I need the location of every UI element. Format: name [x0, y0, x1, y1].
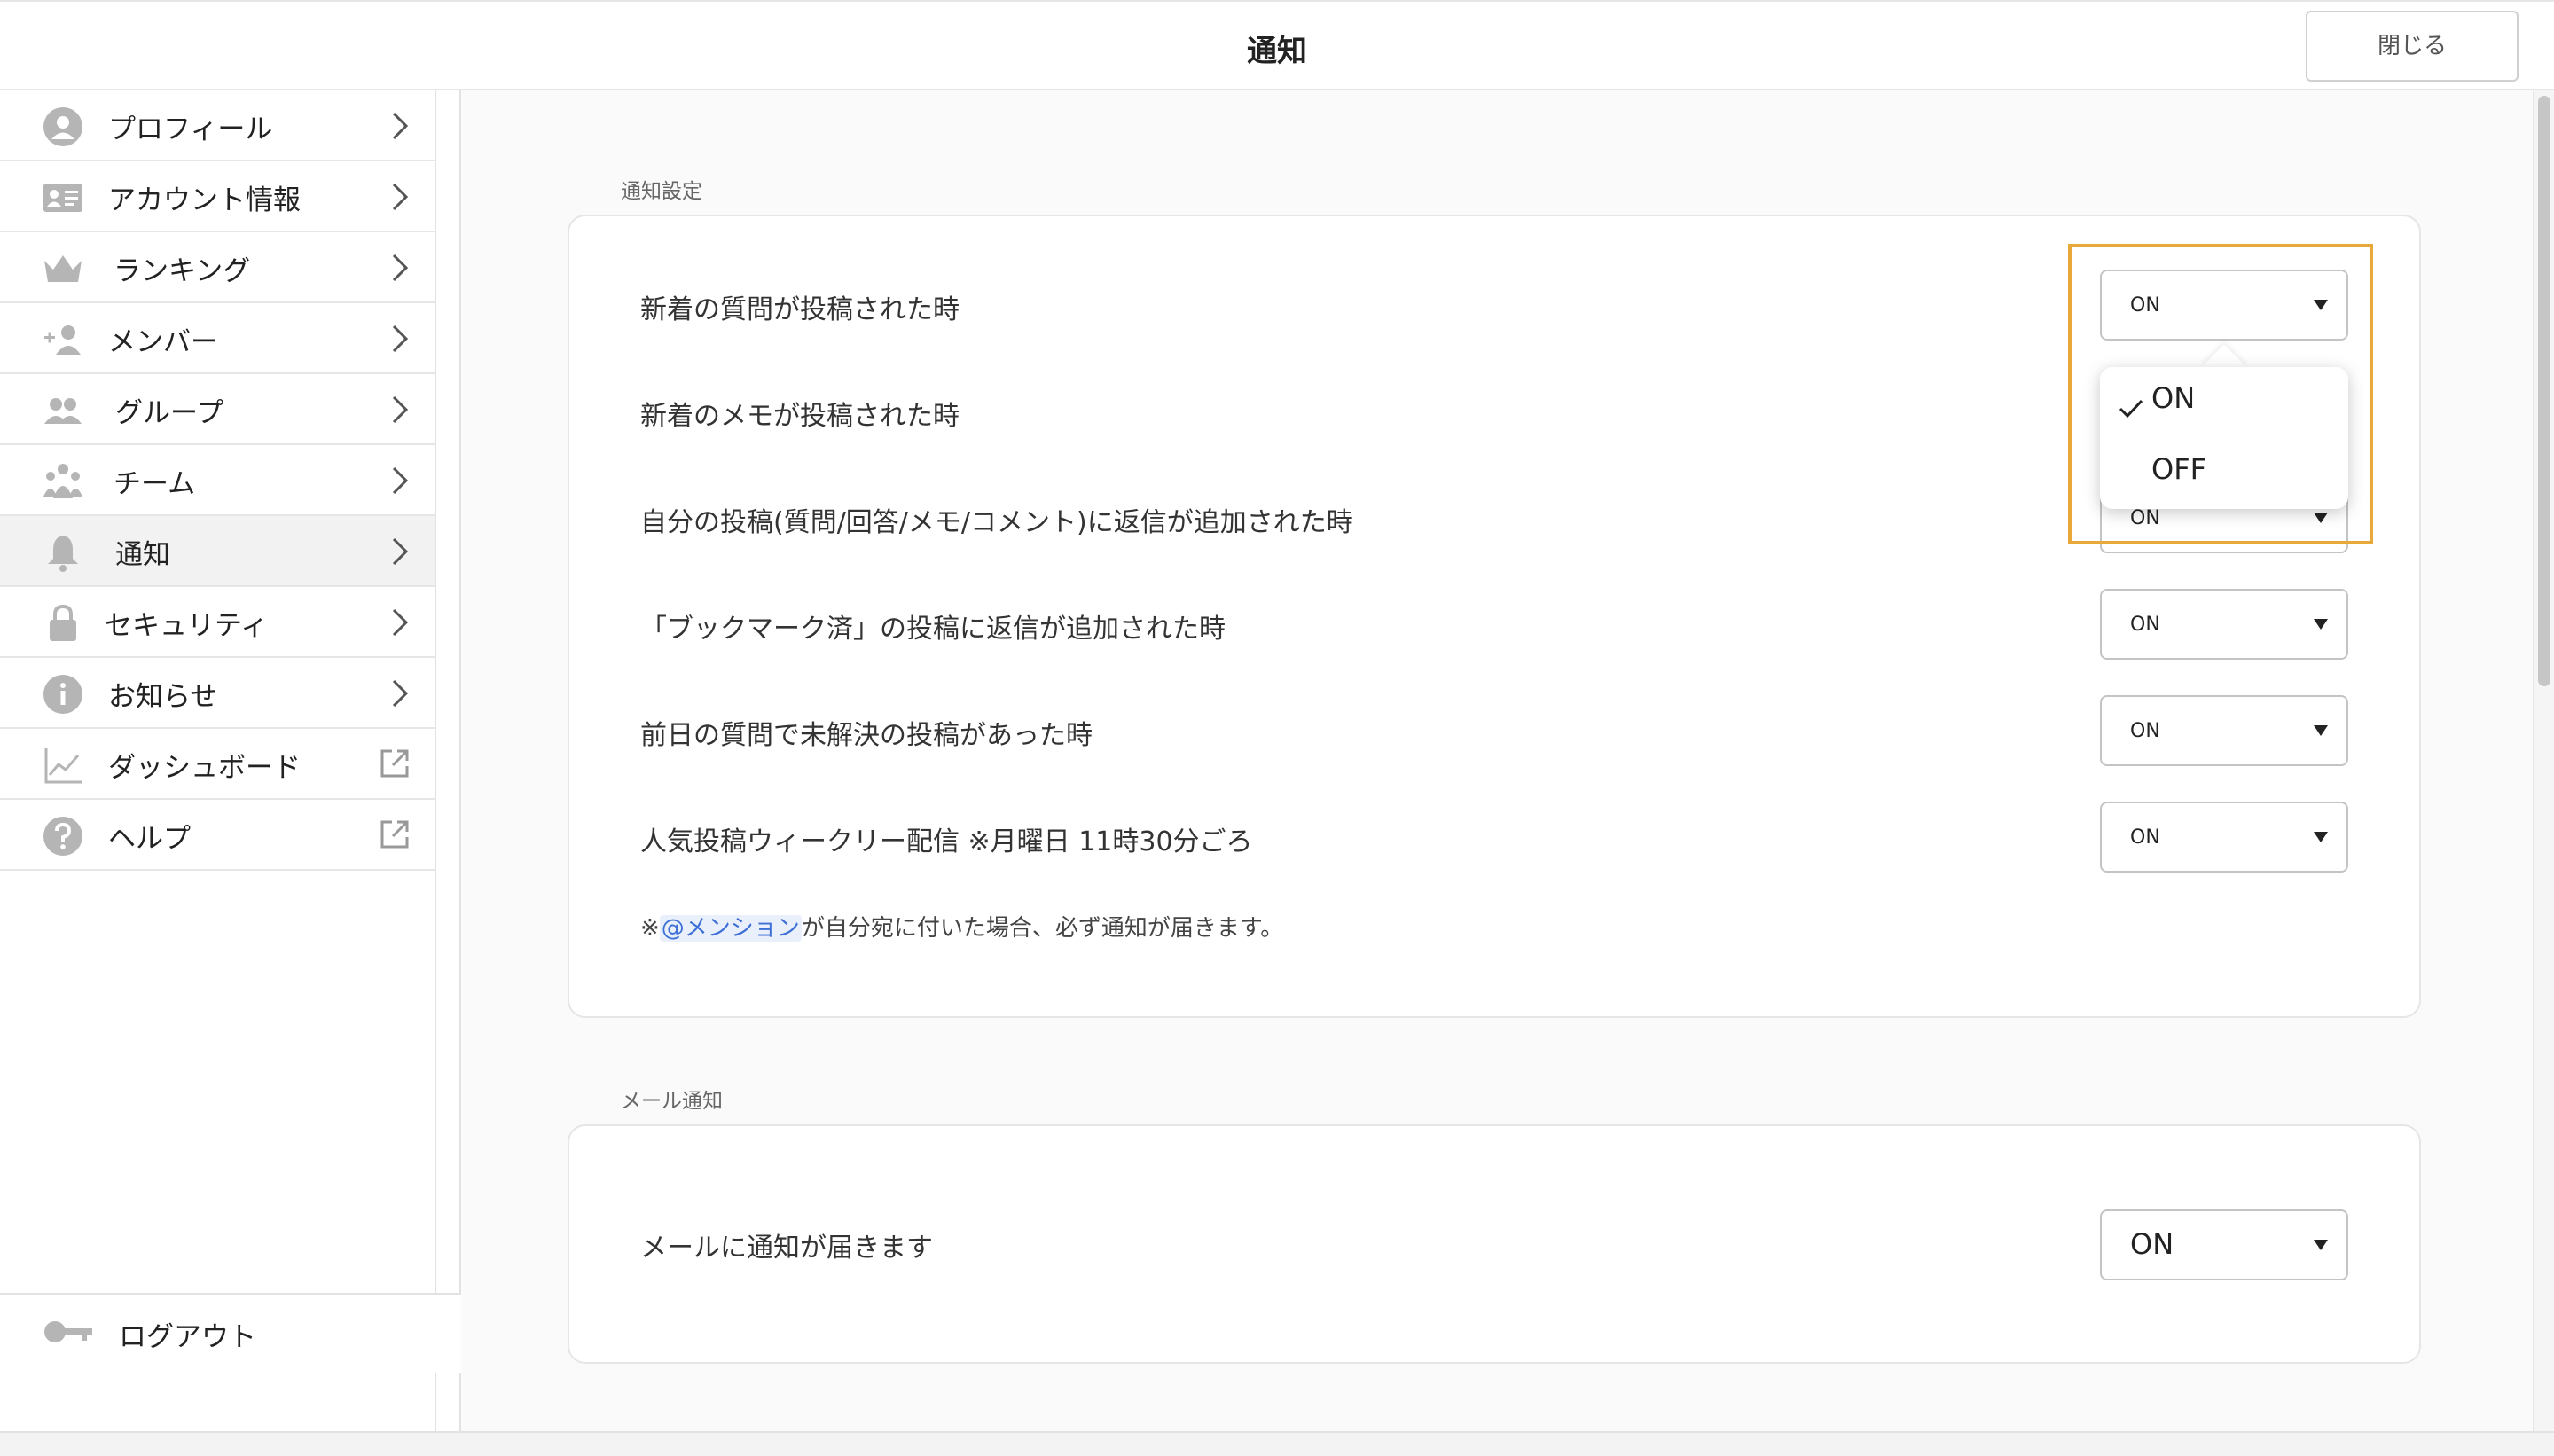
- caret-down-icon: [2314, 832, 2328, 842]
- caret-down-icon: [2314, 725, 2328, 736]
- chevron-right-icon: [392, 395, 409, 424]
- external-link-icon: [380, 820, 409, 849]
- external-link-icon: [380, 749, 409, 778]
- bookmark-reply-select[interactable]: ON: [2100, 589, 2348, 660]
- group-icon: [44, 398, 82, 424]
- section-title-mail: メール通知: [621, 1090, 723, 1113]
- help-icon: [43, 817, 82, 856]
- header-bar: 通知 閉じる: [0, 0, 2554, 90]
- sidebar-divider: [436, 90, 461, 1438]
- scrollbar[interactable]: [2533, 90, 2554, 1431]
- chevron-right-icon: [392, 679, 409, 708]
- chevron-right-icon: [392, 466, 409, 495]
- close-button[interactable]: 閉じる: [2306, 11, 2519, 82]
- id-card-icon: [43, 184, 82, 212]
- sidebar-item-profile[interactable]: プロフィール: [0, 90, 435, 161]
- profile-icon: [43, 107, 82, 146]
- sidebar-item-label: 通知: [115, 539, 170, 571]
- sidebar-item-label: ダッシュボード: [108, 752, 301, 784]
- note-prefix: ※: [640, 915, 660, 942]
- chevron-right-icon: [392, 183, 409, 211]
- sidebar-item-label: ヘルプ: [108, 823, 191, 855]
- sidebar-item-help[interactable]: ヘルプ: [0, 800, 435, 871]
- info-icon: [43, 675, 82, 714]
- sidebar-item-members[interactable]: メンバー: [0, 303, 435, 374]
- setting-label: 新着の質問が投稿された時: [640, 294, 960, 325]
- logout-button[interactable]: ログアウト: [0, 1293, 461, 1373]
- key-icon: [44, 1321, 92, 1342]
- bell-icon: [48, 536, 78, 572]
- sidebar-item-label: お知らせ: [108, 681, 218, 713]
- sidebar-item-team[interactable]: チーム: [0, 445, 435, 516]
- add-member-icon: [44, 325, 81, 355]
- crown-icon: [44, 255, 82, 282]
- sidebar-item-notifications[interactable]: 通知: [0, 516, 435, 587]
- select-value: ON: [2130, 614, 2160, 636]
- sidebar-item-label: プロフィール: [108, 114, 273, 145]
- chevron-right-icon: [392, 537, 409, 566]
- weekly-digest-select[interactable]: ON: [2100, 802, 2348, 873]
- sidebar-item-label: アカウント情報: [108, 184, 301, 216]
- chevron-right-icon: [392, 325, 409, 353]
- sidebar-item-label: グループ: [115, 397, 224, 429]
- sidebar-item-label: ランキング: [114, 255, 251, 287]
- team-icon: [43, 464, 82, 498]
- sidebar-item-account[interactable]: アカウント情報: [0, 161, 435, 232]
- lock-icon: [50, 604, 76, 641]
- sidebar-item-label: チーム: [114, 468, 196, 500]
- sidebar-item-news[interactable]: お知らせ: [0, 658, 435, 729]
- chevron-right-icon: [392, 608, 409, 637]
- scrollbar-thumb[interactable]: [2538, 96, 2550, 686]
- setting-label: 前日の質問で未解決の投稿があった時: [640, 720, 1093, 751]
- mail-notification-select[interactable]: ON: [2100, 1209, 2348, 1280]
- select-value: ON: [2130, 720, 2160, 742]
- mention-note: ※@メンションが自分宛に付いた場合、必ず通知が届きます。: [640, 910, 1283, 943]
- chart-icon: [44, 748, 82, 784]
- sidebar-item-dashboard[interactable]: ダッシュボード: [0, 729, 435, 800]
- logout-label: ログアウト: [119, 1321, 256, 1353]
- mention-tag: @メンション: [659, 915, 802, 942]
- setting-label: 人気投稿ウィークリー配信 ※月曜日 11時30分ごろ: [640, 826, 1253, 857]
- sidebar-item-security[interactable]: セキュリティ: [0, 587, 435, 658]
- bottom-bar: [0, 1431, 2554, 1456]
- caret-down-icon: [2314, 619, 2328, 630]
- select-value: ON: [2130, 826, 2160, 849]
- sidebar-item-group[interactable]: グループ: [0, 374, 435, 445]
- unresolved-question-select[interactable]: ON: [2100, 695, 2348, 766]
- note-text: が自分宛に付いた場合、必ず通知が届きます。: [801, 915, 1284, 942]
- setting-label: 自分の投稿(質問/回答/メモ/コメント)に返信が追加された時: [640, 507, 1353, 538]
- chevron-right-icon: [392, 112, 409, 140]
- page-title: 通知: [1247, 34, 1307, 69]
- sidebar: プロフィール アカウント情報 ランキング メンバー グループ チーム 通知 セキ…: [0, 90, 436, 1456]
- section-title-notification: 通知設定: [621, 180, 702, 203]
- setting-label: 「ブックマーク済」の投稿に返信が追加された時: [640, 614, 1226, 645]
- chevron-right-icon: [392, 254, 409, 282]
- setting-label: メールに通知が届きます: [640, 1233, 933, 1264]
- sidebar-item-label: セキュリティ: [105, 610, 269, 642]
- select-value: ON: [2130, 1227, 2174, 1261]
- focus-highlight: [2068, 244, 2373, 544]
- sidebar-item-ranking[interactable]: ランキング: [0, 232, 435, 303]
- caret-down-icon: [2314, 1240, 2328, 1250]
- sidebar-item-label: メンバー: [108, 326, 218, 358]
- setting-label: 新着のメモが投稿された時: [640, 401, 960, 432]
